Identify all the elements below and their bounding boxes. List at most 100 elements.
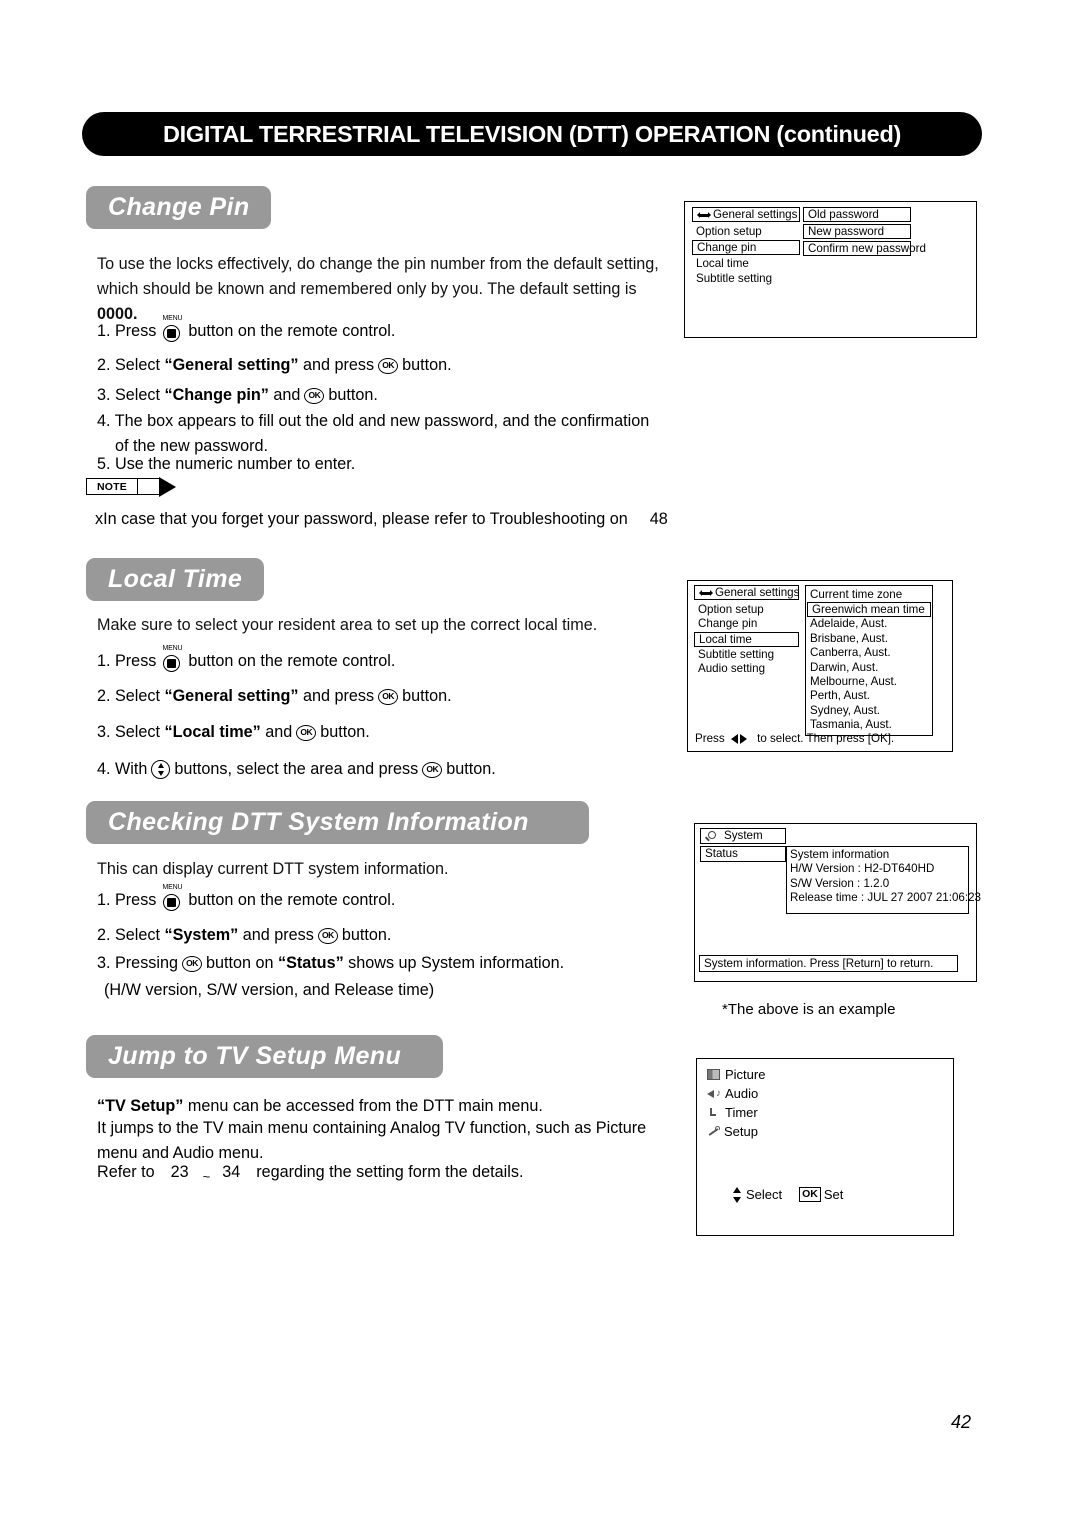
osd-info-release-time: Release time : JUL 27 2007 21:06:23 [790,891,981,905]
osd-tv-menu-item-audio[interactable]: ♪ Audio [707,1084,765,1103]
local-time-step-4: 4. With buttons, select the area and pre… [97,757,496,782]
osd-timezone-tasmania[interactable]: Tasmania, Aust. [806,718,932,732]
section-heading-change-pin: Change Pin [86,186,271,229]
osd-menu-title-system[interactable]: System [700,828,786,844]
osd-tv-menu-item-timer[interactable]: Timer [707,1103,765,1122]
step-text-tail: button. [446,760,496,778]
menu-button-icon: MENU [159,645,185,675]
ok-button-icon: OK [317,927,338,944]
step-target: “General setting” [164,687,299,705]
osd-info-hw-version: H/W Version : H2-DT640HD [790,862,965,876]
osd-item-change-pin[interactable]: Change pin [694,617,799,631]
osd-info-title-label: System information [790,848,890,861]
step-text-tail: button. [328,386,378,404]
osd-field-label: Old password [808,208,879,221]
system-info-step-1: 1. Press MENU button on the remote contr… [97,884,395,914]
osd-tv-setup-menu: Picture ♪ Audio Timer Setup Select OK Se… [696,1058,954,1236]
osd-field-new-password[interactable]: New password [803,224,911,239]
section-heading-label: Local Time [108,565,243,593]
change-pin-step-3: 3. Select “Change pin” and OK button. [97,383,378,408]
osd-time-zone-list: Current time zone Greenwich mean time Ad… [805,585,933,736]
osd-system-footer: System information. Press [Return] to re… [699,955,958,972]
osd-item-subtitle-setting[interactable]: Subtitle setting [694,648,799,662]
up-down-arrow-icon [733,1186,742,1203]
timer-icon [707,1107,720,1118]
osd-title-label: General settings [715,586,800,599]
step-number: 4. With [97,760,148,778]
page-ref-tilde: ~ [202,1169,211,1184]
osd-title-label: System [724,829,763,842]
local-time-step-3: 3. Select “Local time” and OK button. [97,720,370,745]
tv-setup-line-4: Refer to 23 ~ 34 regarding the setting f… [97,1160,523,1185]
picture-icon [707,1069,720,1080]
osd-timezone-title: Current time zone [806,588,932,602]
caption-text: *The above is an example [722,1001,896,1018]
step-subtext: (H/W version, S/W version, and Release t… [104,981,435,999]
osd-menu-title-general-settings[interactable]: General settings [692,207,800,222]
menu-icon-dot [167,898,177,907]
osd-local-time-hint: Press to select. Then press [OK]. [695,732,894,746]
step-number: 3. Pressing [97,954,178,972]
osd-item-change-pin-selected[interactable]: Change pin [692,240,800,256]
osd-tv-menu-item-picture[interactable]: Picture [707,1065,765,1084]
osd-item-label: Audio setting [698,662,766,676]
osd-timezone-brisbane[interactable]: Brisbane, Aust. [806,632,932,646]
osd-item-status[interactable]: Status [700,846,786,862]
local-time-step-2: 2. Select “General setting” and press OK… [97,684,452,709]
osd-timezone-adelaide[interactable]: Adelaide, Aust. [806,617,932,631]
osd-item-option-setup[interactable]: Option setup [694,603,799,617]
osd-timezone-darwin[interactable]: Darwin, Aust. [806,661,932,675]
osd-tv-menu-item-setup[interactable]: Setup [707,1122,765,1141]
left-right-arrows-icon [699,589,713,597]
hint-select-label: Select [746,1187,783,1202]
step-number: 1. Press [97,321,157,340]
step-number: 1. Press [97,651,157,670]
osd-menu-title-general-settings[interactable]: General settings [694,585,799,600]
menu-icon-dot [167,329,177,338]
osd-item-label: Sydney, Aust. [810,703,881,717]
menu-button-icon: MENU [159,884,185,914]
step-text: and [273,386,301,404]
section-heading-tv-setup: Jump to TV Setup Menu [86,1035,443,1078]
osd-item-local-time[interactable]: Local time [692,257,800,271]
osd-change-pin-right-column: Old password New password Confirm new pa… [803,207,926,256]
osd-info-line: S/W Version : 1.2.0 [790,876,890,890]
menu-icon-dot [167,659,177,668]
menu-icon-caption: MENU [162,884,183,891]
section-heading-label: Change Pin [108,193,250,221]
osd-field-old-password[interactable]: Old password [803,207,911,222]
osd-info-line: H/W Version : H2-DT640HD [790,862,935,876]
example-caption: *The above is an example [722,1001,895,1018]
page-header-banner: DIGITAL TERRESTRIAL TELEVISION (DTT) OPE… [82,112,982,156]
page-number: 42 [951,1412,971,1433]
osd-timezone-canberra[interactable]: Canberra, Aust. [806,646,932,660]
line-text: It jumps to the TV main menu containing … [97,1119,647,1137]
osd-timezone-greenwich-selected[interactable]: Greenwich mean time [807,602,931,618]
osd-item-subtitle-setting[interactable]: Subtitle setting [692,272,800,286]
osd-item-label: Canberra, Aust. [810,646,891,660]
osd-timezone-perth[interactable]: Perth, Aust. [806,689,932,703]
osd-item-local-time-selected[interactable]: Local time [694,631,799,647]
osd-item-label: Picture [725,1067,766,1082]
osd-item-label: Timer [725,1105,758,1120]
osd-timezone-sydney[interactable]: Sydney, Aust. [806,704,932,718]
ok-button-icon: OK [378,357,399,374]
osd-item-label: Brisbane, Aust. [810,631,888,645]
osd-item-audio-setting[interactable]: Audio setting [694,662,799,676]
step-text: and press [242,926,314,944]
change-pin-step-1: 1. Press MENU button on the remote contr… [97,315,395,345]
osd-item-label: Tasmania, Aust. [810,718,892,732]
osd-item-label: Option setup [698,603,764,616]
step-text: 5. Use the numeric number to enter. [97,455,356,473]
ok-button-icon: OK [304,387,325,404]
osd-item-label: Local time [696,257,749,271]
osd-item-label: Change pin [697,241,757,255]
step-number: 2. Select [97,356,160,374]
osd-item-label: Adelaide, Aust. [810,617,888,631]
left-right-arrow-icon [730,733,751,744]
osd-field-confirm-new-password[interactable]: Confirm new password [803,241,926,256]
step-text: and press [303,356,375,374]
line-suffix: regarding the setting form the details. [256,1163,524,1181]
osd-item-option-setup[interactable]: Option setup [692,225,800,239]
osd-timezone-melbourne[interactable]: Melbourne, Aust. [806,675,932,689]
